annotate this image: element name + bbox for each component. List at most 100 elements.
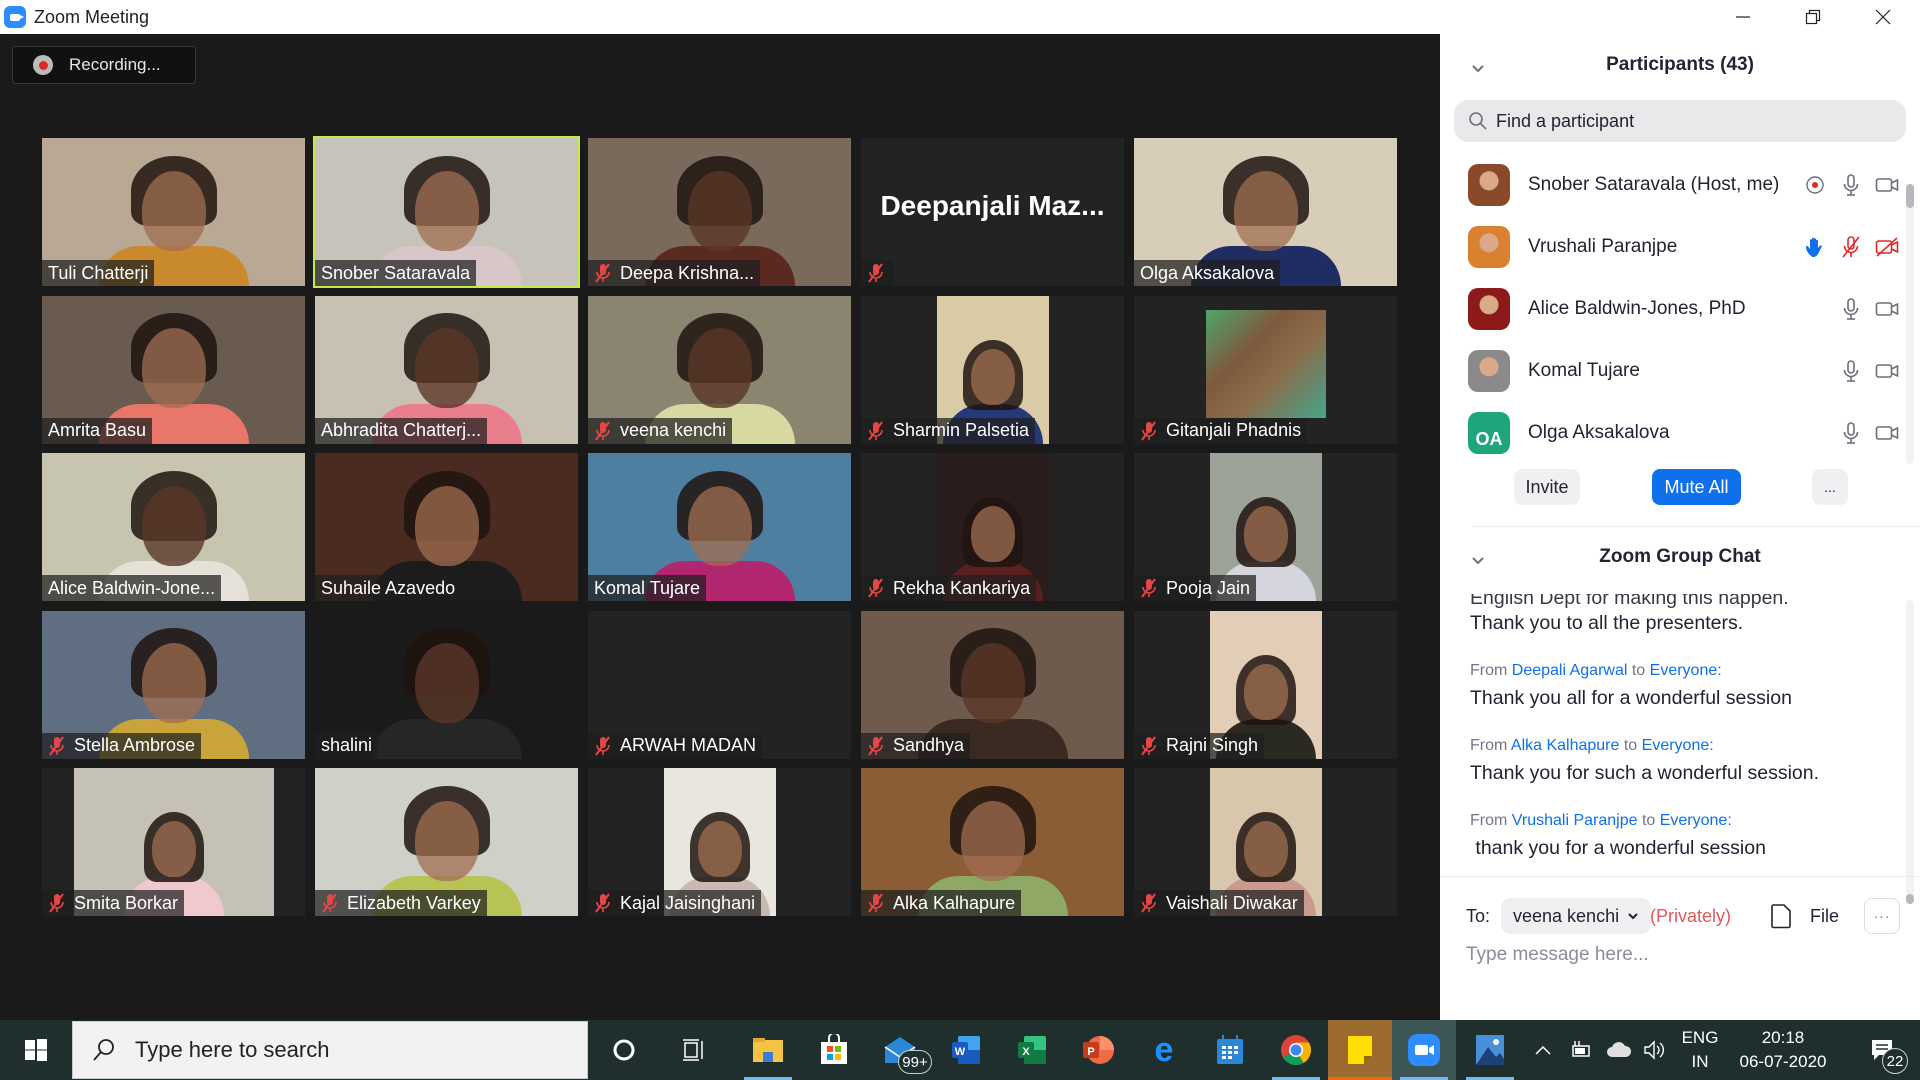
taskbar-microsoft-store[interactable] xyxy=(802,1020,866,1080)
onedrive-status[interactable] xyxy=(1604,1020,1634,1080)
taskbar-zoom[interactable] xyxy=(1392,1020,1456,1080)
video-tile[interactable]: Abhradita Chatterj... xyxy=(315,295,578,444)
video-tile[interactable]: Sharmin Palsetia xyxy=(861,295,1124,444)
input-language[interactable]: ENG IN xyxy=(1680,1026,1720,1074)
video-tile[interactable]: shalini xyxy=(315,610,578,759)
taskbar-file-explorer[interactable] xyxy=(736,1020,800,1080)
recipient-name[interactable]: Everyone: xyxy=(1660,812,1732,829)
video-tile[interactable]: Elizabeth Varkey xyxy=(315,768,578,916)
restore-button[interactable] xyxy=(1778,0,1848,34)
chat-more-button[interactable]: ··· xyxy=(1864,898,1900,934)
more-options-button[interactable]: ... xyxy=(1812,469,1848,505)
participant-row[interactable]: Vrushali Paranjpe xyxy=(1440,216,1900,278)
taskbar-mail[interactable]: 99+ xyxy=(868,1020,932,1080)
start-button[interactable] xyxy=(0,1020,72,1080)
recording-indicator[interactable]: Recording... xyxy=(12,46,196,84)
cortana-button[interactable] xyxy=(592,1020,656,1080)
video-camera-icon[interactable] xyxy=(1874,358,1900,384)
close-button[interactable] xyxy=(1848,0,1918,34)
minimize-button[interactable] xyxy=(1708,0,1778,34)
clock-time: 20:18 xyxy=(1761,1028,1805,1047)
video-tile[interactable]: Amrita Basu xyxy=(42,295,305,444)
video-tile[interactable]: Smita Borkar xyxy=(42,768,305,916)
chat-message-meta: From Alka Kalhapure to Everyone: xyxy=(1470,734,1900,758)
participant-name-label: Elizabeth Varkey xyxy=(315,890,487,916)
file-button[interactable]: File xyxy=(1770,900,1839,932)
volume-control[interactable] xyxy=(1640,1020,1670,1080)
video-tile[interactable]: Olga Aksakalova xyxy=(1134,138,1397,286)
participant-search[interactable] xyxy=(1454,100,1906,142)
participant-name-label: Sharmin Palsetia xyxy=(861,417,1036,444)
chat-message-input[interactable] xyxy=(1466,940,1896,970)
sender-name[interactable]: Vrushali Paranjpe xyxy=(1512,812,1638,829)
chat-divider xyxy=(1440,876,1920,877)
battery-status[interactable] xyxy=(1566,1020,1596,1080)
video-tile[interactable]: Alka Kalhapure xyxy=(861,768,1124,916)
taskbar-excel[interactable]: X xyxy=(1000,1020,1064,1080)
participant-scroll-thumb[interactable] xyxy=(1906,184,1914,208)
video-tile[interactable]: Suhaile Azavedo xyxy=(315,453,578,601)
taskbar-sticky-notes[interactable] xyxy=(1328,1020,1392,1080)
recipient-name[interactable]: Everyone: xyxy=(1650,662,1722,679)
participant-name: Stella Ambrose xyxy=(74,735,196,755)
mic-icon[interactable] xyxy=(1838,420,1864,446)
video-camera-icon[interactable] xyxy=(1874,172,1900,198)
participant-row[interactable]: Komal Tujare xyxy=(1440,340,1900,402)
video-camera-icon[interactable] xyxy=(1874,296,1900,322)
video-tile[interactable]: Rekha Kankariya xyxy=(861,453,1124,601)
person-face xyxy=(414,328,479,409)
taskbar-calendar[interactable] xyxy=(1198,1020,1262,1080)
taskbar-powerpoint[interactable]: P xyxy=(1066,1020,1130,1080)
video-tile[interactable]: Pooja Jain xyxy=(1134,453,1397,601)
taskbar-chrome[interactable] xyxy=(1264,1020,1328,1080)
participant-scrollbar[interactable] xyxy=(1906,184,1914,464)
video-camera-icon[interactable] xyxy=(1874,420,1900,446)
chat-scrollbar[interactable] xyxy=(1906,600,1914,904)
mic-muted-icon[interactable] xyxy=(1838,234,1864,260)
recipient-dropdown[interactable]: veena kenchi xyxy=(1501,898,1652,934)
taskbar-photos[interactable] xyxy=(1458,1020,1522,1080)
mic-icon[interactable] xyxy=(1838,296,1864,322)
video-tile[interactable]: ARWAH MADAN xyxy=(588,610,851,759)
action-center-button[interactable]: 22 xyxy=(1852,1020,1912,1080)
participant-row[interactable]: Alice Baldwin-Jones, PhD xyxy=(1440,278,1900,340)
task-view-button[interactable] xyxy=(662,1020,726,1080)
participant-name: Olga Aksakalova xyxy=(1140,262,1275,283)
recipient-name[interactable]: Everyone: xyxy=(1642,737,1714,754)
chat-title: Zoom Group Chat xyxy=(1599,546,1761,567)
mute-all-button[interactable]: Mute All xyxy=(1652,469,1741,505)
chat-message-meta: From Deepali Agarwal to Everyone: xyxy=(1470,659,1900,683)
taskbar-edge[interactable]: e xyxy=(1132,1020,1196,1080)
video-tile[interactable]: Deepa Krishna... xyxy=(588,138,851,286)
video-tile[interactable]: Komal Tujare xyxy=(588,453,851,601)
participant-name: Rajni Singh xyxy=(1166,735,1259,755)
video-tile[interactable]: veena kenchi xyxy=(588,295,851,444)
taskbar-search[interactable]: Type here to search xyxy=(72,1021,588,1079)
to-label: To: xyxy=(1466,906,1491,926)
calendar-icon xyxy=(1217,1035,1243,1064)
sender-name[interactable]: Alka Kalhapure xyxy=(1511,737,1620,754)
taskbar-word[interactable]: W xyxy=(934,1020,998,1080)
video-tile[interactable]: Vaishali Diwakar xyxy=(1134,768,1397,916)
video-tile[interactable]: Gitanjali Phadnis xyxy=(1134,295,1397,444)
show-hidden-icons[interactable] xyxy=(1528,1020,1558,1080)
clock[interactable]: 20:18 06-07-2020 xyxy=(1728,1026,1838,1074)
participant-row[interactable]: OA Olga Aksakalova xyxy=(1440,402,1900,464)
video-tile[interactable]: Kajal Jaisinghani xyxy=(588,768,851,916)
video-off-icon[interactable] xyxy=(1874,234,1900,260)
video-tile[interactable]: Deepanjali Maz... xyxy=(861,138,1124,286)
video-tile[interactable]: Tuli Chatterji xyxy=(42,138,305,286)
video-tile[interactable]: Sandhya xyxy=(861,610,1124,759)
mic-icon[interactable] xyxy=(1838,172,1864,198)
onedrive-cloud-icon xyxy=(1607,1042,1632,1057)
mic-icon[interactable] xyxy=(1838,358,1864,384)
invite-button[interactable]: Invite xyxy=(1514,469,1580,505)
video-tile[interactable]: Alice Baldwin-Jone... xyxy=(42,453,305,601)
video-tile[interactable]: Snober Sataravala xyxy=(313,136,580,288)
participant-search-input[interactable] xyxy=(1496,110,1876,132)
sender-name[interactable]: Deepali Agarwal xyxy=(1512,662,1628,679)
video-tile[interactable]: Rajni Singh xyxy=(1134,610,1397,759)
video-tile[interactable]: Stella Ambrose xyxy=(42,610,305,759)
file-explorer-icon xyxy=(753,1038,783,1062)
participant-row[interactable]: Snober Sataravala (Host, me) xyxy=(1440,154,1900,216)
